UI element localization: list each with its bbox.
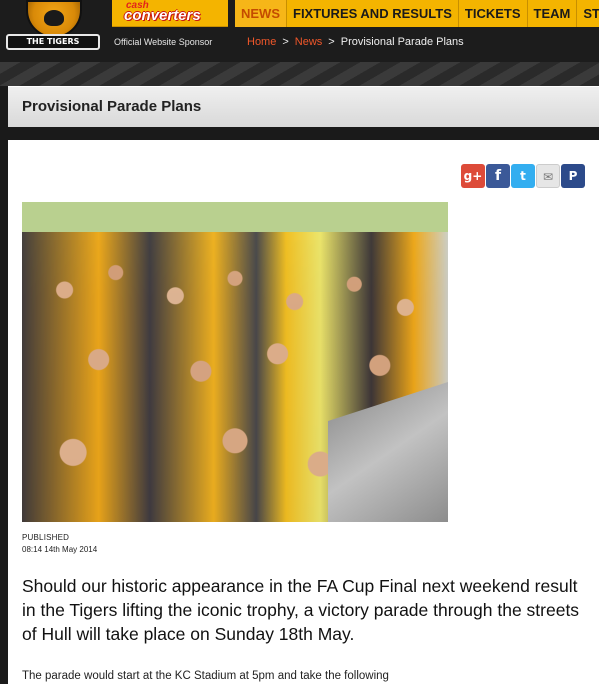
title-bar: Provisional Parade Plans [8,86,599,127]
pinterest-icon[interactable]: P [561,164,585,188]
nav-news[interactable]: NEWS [235,0,287,27]
breadcrumb-home[interactable]: Home [247,36,276,48]
share-bar: g+ f t ✉ P [461,164,585,188]
published-label: PUBLISHED [22,533,70,542]
google-plus-icon[interactable]: g+ [461,164,485,188]
facebook-icon[interactable]: f [486,164,510,188]
sponsor-logo-main: converters [124,7,201,24]
sponsor-caption: Official Website Sponsor [114,37,213,47]
twitter-icon[interactable]: t [511,164,535,188]
nav-tickets[interactable]: TICKETS [458,0,528,27]
crest-banner: THE TIGERS [6,34,100,50]
article-intro: Should our historic appearance in the FA… [22,576,580,644]
breadcrumb-separator: > [328,36,335,48]
article-content: g+ f t ✉ P PUBLISHED 08:14 14th May 2014… [8,140,599,684]
page-title: Provisional Parade Plans [22,98,202,115]
breadcrumb-separator: > [282,36,289,48]
breadcrumb-news[interactable]: News [295,36,323,48]
breadcrumb-current: Provisional Parade Plans [340,36,464,48]
article-photo-celebrating-fans [22,202,448,522]
sponsor-logo[interactable]: cash converters [112,0,228,27]
email-icon[interactable]: ✉ [536,164,560,188]
nav-team[interactable]: TEAM [527,0,578,27]
site-header: THE TIGERS cash converters Official Webs… [0,0,599,62]
breadcrumb: Home > News > Provisional Parade Plans [247,36,464,48]
main-nav: NEWS FIXTURES AND RESULTS TICKETS TEAM S… [235,0,599,27]
nav-fixtures-and-results[interactable]: FIXTURES AND RESULTS [287,0,459,27]
article-body: The parade would start at the KC Stadium… [22,670,389,682]
nav-stadium[interactable]: STA [577,0,599,27]
published-date: 08:14 14th May 2014 [22,545,98,554]
club-crest-logo[interactable]: THE TIGERS [4,0,102,56]
tiger-crest-icon [26,0,82,38]
decorative-band [0,62,599,86]
